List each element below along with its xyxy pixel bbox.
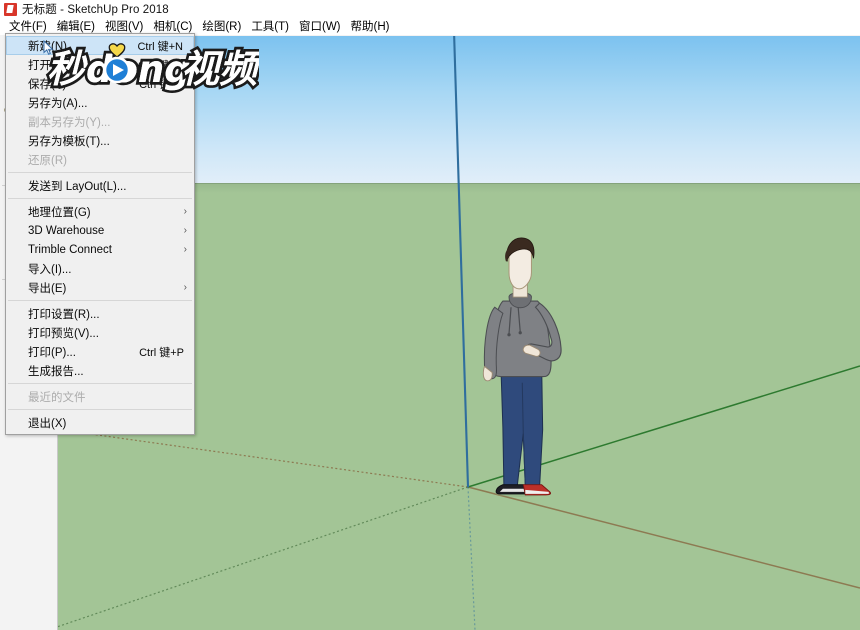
menu-item-save[interactable]: 保存(S) Ctrl 键+S xyxy=(6,74,194,93)
menu-item-label: 新建(N) xyxy=(28,40,67,53)
menu-item-label: 副本另存为(Y)... xyxy=(28,116,111,129)
menu-item-print-preview[interactable]: 打印预览(V)... xyxy=(6,323,194,342)
menu-item-label: 打印预览(V)... xyxy=(28,327,99,340)
menu-help[interactable]: 帮助(H) xyxy=(346,17,395,36)
menu-item-label: 最近的文件 xyxy=(28,391,86,404)
menu-item-save-as-template[interactable]: 另存为模板(T)... xyxy=(6,131,194,150)
axis-green-negative xyxy=(58,486,469,628)
menu-item-recent-files: 最近的文件 xyxy=(6,387,194,406)
menu-separator xyxy=(8,172,192,173)
axis-red-positive xyxy=(467,486,860,589)
menu-item-import[interactable]: 导入(I)... xyxy=(6,259,194,278)
menu-item-exit[interactable]: 退出(X) xyxy=(6,413,194,432)
menu-item-label: 另存为模板(T)... xyxy=(28,135,110,148)
sketchup-icon xyxy=(4,2,17,16)
menu-item-save-copy-as: 副本另存为(Y)... xyxy=(6,112,194,131)
menu-item-label: 打开(O)... xyxy=(28,59,78,72)
menu-item-generate-report[interactable]: 生成报告... xyxy=(6,361,194,380)
menu-item-geo-location[interactable]: 地理位置(G) › xyxy=(6,202,194,221)
menu-separator xyxy=(8,409,192,410)
menu-item-label: 发送到 LayOut(L)... xyxy=(28,180,127,193)
menu-item-export[interactable]: 导出(E) › xyxy=(6,278,194,297)
menu-item-label: 还原(R) xyxy=(28,154,67,167)
chevron-right-icon: › xyxy=(183,243,187,255)
menu-window[interactable]: 窗口(W) xyxy=(294,17,346,36)
file-dropdown-menu[interactable]: 新建(N) Ctrl 键+N 打开(O)... Ctrl 键+O 保存(S) C… xyxy=(5,33,195,435)
menu-item-revert: 还原(R) xyxy=(6,150,194,169)
chevron-right-icon: › xyxy=(183,205,187,217)
menu-item-label: 生成报告... xyxy=(28,365,84,378)
title-bar: 无标题 - SketchUp Pro 2018 xyxy=(0,0,860,18)
menu-tools[interactable]: 工具(T) xyxy=(246,17,294,36)
axis-blue-negative xyxy=(467,486,476,630)
menu-item-label: 退出(X) xyxy=(28,417,67,430)
menu-item-label: 保存(S) xyxy=(28,78,67,91)
scale-figure-person xyxy=(482,237,562,497)
window-title: 无标题 - SketchUp Pro 2018 xyxy=(22,4,169,16)
menu-item-label: 地理位置(G) xyxy=(28,206,91,219)
menu-item-label: 打印设置(R)... xyxy=(28,308,100,321)
menu-item-shortcut: Ctrl 键+P xyxy=(139,346,184,359)
axis-red-negative xyxy=(58,428,469,488)
menu-draw[interactable]: 绘图(R) xyxy=(197,17,246,36)
menu-separator xyxy=(8,300,192,301)
menu-item-print-setup[interactable]: 打印设置(R)... xyxy=(6,304,194,323)
menu-item-label: 另存为(A)... xyxy=(28,97,88,110)
menu-item-shortcut: Ctrl 键+S xyxy=(139,78,184,91)
menu-item-print[interactable]: 打印(P)... Ctrl 键+P xyxy=(6,342,194,361)
menu-item-label: 导入(I)... xyxy=(28,263,72,276)
menu-item-label: 3D Warehouse xyxy=(28,224,105,237)
menu-item-3d-warehouse[interactable]: 3D Warehouse › xyxy=(6,221,194,240)
menu-item-label: 导出(E) xyxy=(28,282,67,295)
menu-item-new[interactable]: 新建(N) Ctrl 键+N xyxy=(6,36,194,55)
menu-item-label: Trimble Connect xyxy=(28,243,112,256)
menu-item-label: 打印(P)... xyxy=(28,346,76,359)
menu-item-open[interactable]: 打开(O)... Ctrl 键+O xyxy=(6,55,194,74)
menu-item-trimble-connect[interactable]: Trimble Connect › xyxy=(6,240,194,259)
sketchup-window: 无标题 - SketchUp Pro 2018 文件(F) 编辑(E) 视图(V… xyxy=(0,0,860,630)
axis-blue-positive xyxy=(453,36,470,488)
menu-item-shortcut: Ctrl 键+N xyxy=(137,40,183,53)
menu-separator xyxy=(8,383,192,384)
menu-item-shortcut: Ctrl 键+O xyxy=(137,59,184,72)
menu-separator xyxy=(8,198,192,199)
menu-item-send-to-layout[interactable]: 发送到 LayOut(L)... xyxy=(6,176,194,195)
chevron-right-icon: › xyxy=(183,281,187,293)
menu-item-save-as[interactable]: 另存为(A)... xyxy=(6,93,194,112)
chevron-right-icon: › xyxy=(183,224,187,236)
